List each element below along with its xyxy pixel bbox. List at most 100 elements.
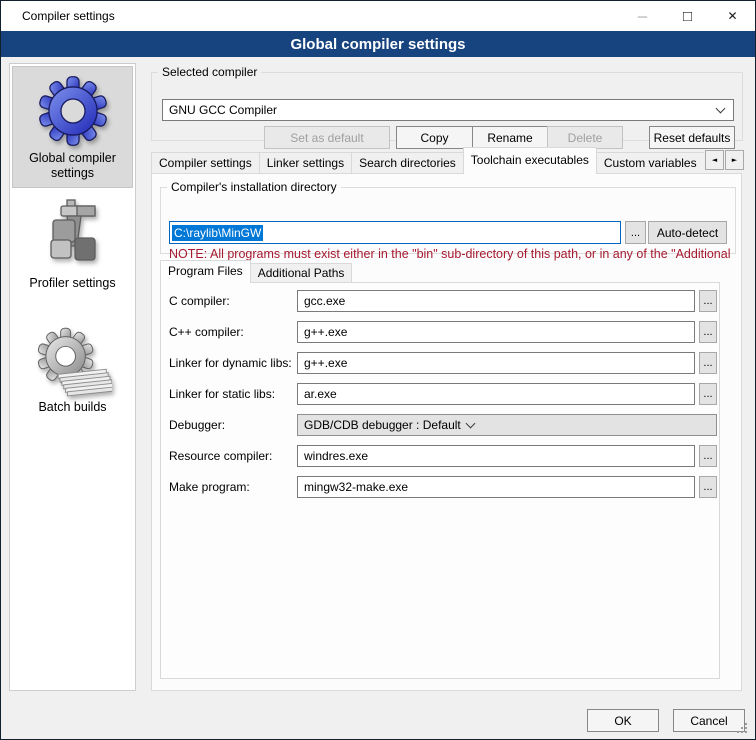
cancel-label: Cancel bbox=[690, 714, 727, 728]
ellipsis-icon: ... bbox=[703, 359, 712, 368]
scroll-left-icon: ◄ bbox=[712, 156, 717, 164]
note-text: NOTE: All programs must exist either in … bbox=[169, 247, 731, 261]
ellipsis-icon: ... bbox=[703, 297, 712, 306]
subtab-program-files[interactable]: Program Files bbox=[160, 260, 251, 283]
tab-custom-variables[interactable]: Custom variables bbox=[596, 152, 704, 173]
linker-dynamic-browse-button[interactable]: ... bbox=[699, 352, 717, 374]
compiler-settings-dialog: Compiler settings ─ □ ✕ Global compiler … bbox=[0, 0, 756, 740]
page-title: Global compiler settings bbox=[290, 36, 465, 53]
gear-papers-icon bbox=[12, 322, 133, 398]
debugger-value: GDB/CDB debugger : Default bbox=[304, 418, 461, 432]
make-program-input[interactable] bbox=[297, 476, 695, 498]
installation-directory-input[interactable]: C:\raylib\MinGW bbox=[169, 221, 621, 244]
resource-compiler-input[interactable] bbox=[297, 445, 695, 467]
c-compiler-label: C compiler: bbox=[169, 290, 230, 312]
scroll-right-icon: ► bbox=[732, 156, 737, 164]
ellipsis-icon: ... bbox=[703, 452, 712, 461]
linker-static-row: Linker for static libs: ... bbox=[161, 383, 719, 405]
tab-scroll-buttons: ◄ ► bbox=[704, 150, 744, 170]
subtab-label: Program Files bbox=[168, 264, 243, 278]
subtab-label: Additional Paths bbox=[258, 266, 345, 280]
debugger-row: Debugger: GDB/CDB debugger : Default bbox=[161, 414, 719, 436]
resource-compiler-browse-button[interactable]: ... bbox=[699, 445, 717, 467]
make-program-browse-button[interactable]: ... bbox=[699, 476, 717, 498]
c-compiler-input[interactable] bbox=[297, 290, 695, 312]
resource-compiler-row: Resource compiler: ... bbox=[161, 445, 719, 467]
linker-dynamic-row: Linker for dynamic libs: ... bbox=[161, 352, 719, 374]
delete-label: Delete bbox=[568, 131, 603, 145]
rename-button[interactable]: Rename bbox=[472, 126, 548, 149]
settings-category-list: Global compiler settings Profiler sett bbox=[9, 63, 136, 691]
cpp-compiler-input[interactable] bbox=[297, 321, 695, 343]
linker-dynamic-label: Linker for dynamic libs: bbox=[169, 352, 292, 374]
tab-label: Search directories bbox=[359, 156, 456, 170]
resource-compiler-label: Resource compiler: bbox=[169, 445, 272, 467]
tab-toolchain-executables[interactable]: Toolchain executables bbox=[463, 147, 597, 174]
caliper-blocks-icon bbox=[12, 198, 133, 274]
set-as-default-button: Set as default bbox=[264, 126, 390, 149]
selected-compiler-group-label: Selected compiler bbox=[158, 65, 261, 79]
copy-label: Copy bbox=[420, 131, 448, 145]
make-program-row: Make program: ... bbox=[161, 476, 719, 498]
sidebar-item-label: Batch builds bbox=[12, 398, 133, 421]
ellipsis-icon: ... bbox=[703, 483, 712, 492]
minimize-button[interactable]: ─ bbox=[620, 1, 665, 31]
reset-defaults-button[interactable]: Reset defaults bbox=[649, 126, 735, 149]
program-files-page: C compiler: ... C++ compiler: ... Linker… bbox=[160, 282, 720, 679]
sidebar-item-label: Global compiler settings bbox=[13, 149, 132, 187]
linker-static-input[interactable] bbox=[297, 383, 695, 405]
tab-label: Compiler settings bbox=[159, 156, 252, 170]
auto-detect-button[interactable]: Auto-detect bbox=[648, 221, 727, 244]
tab-search-directories[interactable]: Search directories bbox=[351, 152, 464, 173]
maximize-icon: □ bbox=[683, 8, 692, 25]
window-title: Compiler settings bbox=[22, 9, 115, 23]
ok-label: OK bbox=[614, 714, 631, 728]
debugger-dropdown[interactable]: GDB/CDB debugger : Default bbox=[297, 414, 717, 436]
tab-label: Toolchain executables bbox=[471, 153, 589, 167]
linker-static-label: Linker for static libs: bbox=[169, 383, 275, 405]
rename-label: Rename bbox=[487, 131, 532, 145]
sidebar-item-profiler-settings[interactable]: Profiler settings bbox=[12, 192, 133, 312]
toolchain-executables-page: Compiler's installation directory C:\ray… bbox=[151, 173, 742, 691]
dialog-header: Global compiler settings bbox=[1, 31, 755, 57]
sidebar-item-batch-builds[interactable]: Batch builds bbox=[12, 316, 133, 434]
tab-scroll-right-button[interactable]: ► bbox=[725, 150, 744, 170]
selected-compiler-group: Selected compiler GNU GCC Compiler Set a… bbox=[151, 65, 743, 141]
set-as-default-label: Set as default bbox=[290, 131, 363, 145]
subtab-additional-paths[interactable]: Additional Paths bbox=[250, 263, 353, 282]
sidebar-item-global-compiler-settings[interactable]: Global compiler settings bbox=[12, 66, 133, 188]
linker-dynamic-input[interactable] bbox=[297, 352, 695, 374]
close-icon: ✕ bbox=[727, 9, 737, 23]
settings-tabs: Compiler settings Linker settings Search… bbox=[151, 147, 704, 174]
c-compiler-browse-button[interactable]: ... bbox=[699, 290, 717, 312]
linker-static-browse-button[interactable]: ... bbox=[699, 383, 717, 405]
cpp-compiler-browse-button[interactable]: ... bbox=[699, 321, 717, 343]
installation-directory-browse-button[interactable]: ... bbox=[625, 221, 646, 244]
ellipsis-icon: ... bbox=[703, 390, 712, 399]
cpp-compiler-label: C++ compiler: bbox=[169, 321, 244, 343]
tab-scroll-left-button[interactable]: ◄ bbox=[705, 150, 724, 170]
debugger-label: Debugger: bbox=[169, 414, 225, 436]
close-button[interactable]: ✕ bbox=[710, 1, 755, 31]
copy-button[interactable]: Copy bbox=[396, 126, 473, 149]
sidebar-item-label: Profiler settings bbox=[12, 274, 133, 297]
title-bar[interactable]: Compiler settings ─ □ ✕ bbox=[1, 1, 755, 31]
tab-compiler-settings[interactable]: Compiler settings bbox=[151, 152, 260, 173]
cancel-button[interactable]: Cancel bbox=[673, 709, 745, 732]
maximize-button[interactable]: □ bbox=[665, 1, 710, 31]
make-program-label: Make program: bbox=[169, 476, 250, 498]
cpp-compiler-row: C++ compiler: ... bbox=[161, 321, 719, 343]
tab-linker-settings[interactable]: Linker settings bbox=[259, 152, 352, 173]
installation-directory-group: Compiler's installation directory C:\ray… bbox=[160, 180, 736, 254]
delete-button: Delete bbox=[547, 126, 623, 149]
ok-button[interactable]: OK bbox=[587, 709, 659, 732]
minimize-icon: ─ bbox=[638, 9, 647, 24]
tab-label: Linker settings bbox=[267, 156, 344, 170]
c-compiler-row: C compiler: ... bbox=[161, 290, 719, 312]
selected-compiler-dropdown[interactable]: GNU GCC Compiler bbox=[162, 99, 734, 121]
chevron-down-icon bbox=[465, 419, 475, 429]
ellipsis-icon: ... bbox=[703, 328, 712, 337]
chevron-down-icon bbox=[716, 104, 726, 114]
resize-grip[interactable] bbox=[737, 723, 739, 725]
auto-detect-label: Auto-detect bbox=[657, 226, 718, 240]
